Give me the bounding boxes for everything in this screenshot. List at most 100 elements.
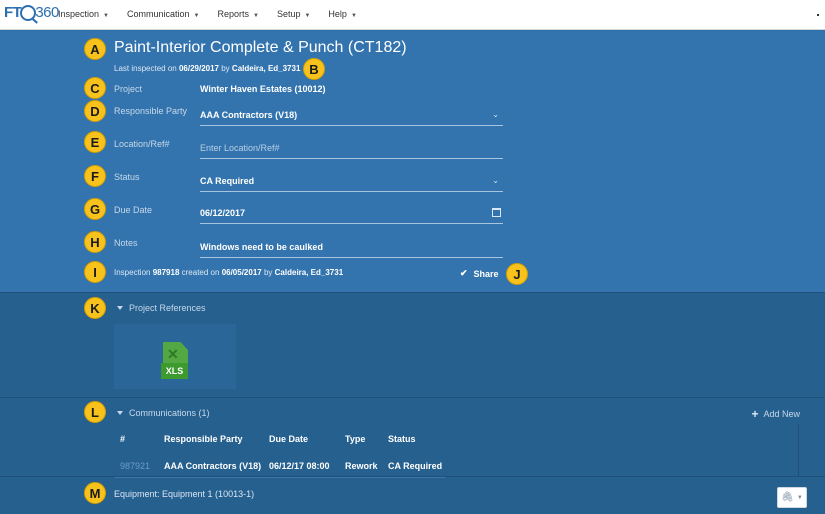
top-nav: FT 360 Inspection ▼ Communication ▼ Reports… [0, 0, 825, 30]
share-button[interactable]: ✔ Share [460, 268, 499, 279]
logo-q-icon [20, 4, 37, 21]
callout-badge-f: F [84, 165, 106, 187]
add-new-button[interactable]: + Add New [751, 407, 800, 421]
xls-x-glyph: ✕ [167, 346, 179, 362]
menu-inspection-label: Inspection [58, 9, 100, 19]
last-inspected-by: Caldeira, Ed_3731 [231, 64, 301, 73]
callout-badge-h: H [84, 231, 106, 253]
paperclip-icon: 🖇 [781, 492, 794, 503]
chevron-down-icon: ▼ [796, 494, 803, 501]
status-select[interactable]: CA Required ⌄ [200, 170, 503, 192]
callout-badge-l: L [84, 401, 106, 423]
section-divider [0, 292, 825, 293]
plus-icon: + [751, 407, 759, 421]
menu-communication-label: Communication [126, 9, 190, 19]
communications-toggle[interactable]: Communications (1) [117, 408, 210, 418]
callout-badge-e: E [84, 131, 106, 153]
communications-label: Communications (1) [129, 408, 210, 418]
page-title: Paint-Interior Complete & Punch (CT182) [114, 39, 407, 56]
responsible-party-value: AAA Contractors (V18) [200, 109, 298, 120]
created-date: 06/05/2017 [221, 268, 262, 277]
inspection-number: 987918 [152, 268, 180, 277]
due-date-value: 06/12/2017 [200, 207, 246, 218]
logo-text-suffix: 360 [35, 4, 59, 21]
last-inspected-line: Last inspected on 06/29/2017 by Caldeira… [114, 64, 300, 73]
callout-badge-d: D [84, 100, 106, 122]
callout-badge-a: A [84, 38, 106, 60]
xls-icon-label: XLS [161, 363, 188, 379]
location-label: Location/Ref# [114, 139, 170, 149]
menu-help[interactable]: Help ▼ [328, 9, 356, 19]
project-label: Project [114, 84, 143, 94]
column-header-responsible-party: Responsible Party [164, 434, 243, 444]
responsible-party-select[interactable]: AAA Contractors (V18) ⌄ [200, 104, 503, 126]
location-placeholder: Enter Location/Ref# [200, 142, 280, 153]
chevron-down-icon: ▼ [193, 13, 200, 19]
row-responsible-party: AAA Contractors (V18) [164, 460, 262, 471]
location-input[interactable]: Enter Location/Ref# [200, 137, 503, 159]
callout-badge-c: C [84, 77, 106, 99]
callout-badge-k: K [84, 297, 106, 319]
attachment-button[interactable]: 🖇 ▼ [777, 487, 807, 508]
due-date-label: Due Date [114, 205, 153, 215]
chevron-down-icon: ▼ [103, 13, 109, 19]
equipment-label: Equipment: Equipment 1 (10013-1) [114, 489, 255, 499]
created-mid: created on [181, 268, 220, 277]
chevron-down-icon: ⌄ [492, 176, 499, 185]
chevron-down-icon: ▼ [252, 13, 259, 19]
column-header-status: Status [388, 434, 416, 444]
calendar-icon[interactable] [492, 208, 501, 217]
column-header-type: Type [345, 434, 366, 444]
chevron-down-icon: ▼ [304, 13, 311, 19]
table-row[interactable]: 987921 AAA Contractors (V18) 06/12/17 08… [114, 454, 446, 478]
last-inspected-by-word: by [221, 64, 230, 73]
logo-text-prefix: FT [4, 4, 22, 21]
communication-id-link[interactable]: 987921 [120, 461, 150, 471]
created-line: Inspection 987918 created on 06/05/2017 … [114, 268, 343, 277]
column-header-number: # [120, 434, 126, 444]
last-inspected-prefix: Last inspected on [114, 64, 177, 73]
notes-value: Windows need to be caulked [200, 241, 323, 252]
menu-setup[interactable]: Setup ▼ [277, 9, 310, 19]
callout-badge-j: J [506, 263, 528, 285]
chevron-down-icon: ▼ [350, 13, 357, 19]
project-value: Winter Haven Estates (10012) [200, 84, 326, 94]
status-label: Status [114, 172, 140, 182]
column-header-due-date: Due Date [269, 434, 309, 444]
last-inspected-date: 06/29/2017 [178, 64, 219, 73]
responsible-party-label: Responsible Party [114, 106, 188, 116]
caret-down-icon [117, 411, 123, 415]
due-date-input[interactable]: 06/12/2017 [200, 202, 503, 224]
main-menu: Inspection ▼ Communication ▼ Reports ▼ Setu… [58, 9, 375, 19]
menu-help-label: Help [328, 9, 347, 19]
menu-reports-label: Reports [217, 9, 249, 19]
menu-setup-label: Setup [276, 9, 301, 19]
notes-label: Notes [114, 238, 138, 248]
callout-badge-b: B [303, 58, 325, 80]
callout-badge-i: I [84, 261, 106, 283]
app-logo[interactable]: FT 360 [4, 4, 59, 21]
xls-file-icon[interactable]: ✕ XLS [161, 342, 188, 380]
callout-badge-g: G [84, 198, 106, 220]
menu-inspection[interactable]: Inspection ▼ [58, 9, 109, 19]
section-divider [0, 397, 825, 398]
share-label: Share [473, 268, 499, 279]
table-right-border [798, 424, 799, 476]
menu-communication[interactable]: Communication ▼ [127, 9, 199, 19]
table-header-row: # Responsible Party Due Date Type Status [114, 428, 446, 450]
nav-dot-icon [817, 14, 819, 16]
chevron-down-icon: ⌄ [492, 110, 499, 119]
row-status: CA Required [388, 460, 443, 471]
created-prefix: Inspection [114, 268, 151, 277]
created-by: Caldeira, Ed_3731 [274, 268, 344, 277]
created-by-word: by [263, 268, 273, 277]
project-references-label: Project References [129, 303, 206, 313]
check-icon: ✔ [460, 268, 468, 278]
notes-input[interactable]: Windows need to be caulked [200, 236, 503, 258]
project-references-toggle[interactable]: Project References [117, 303, 206, 313]
row-type: Rework [345, 460, 378, 471]
menu-reports[interactable]: Reports ▼ [217, 9, 258, 19]
callout-badge-m: M [84, 482, 106, 504]
add-new-label: Add New [763, 409, 800, 419]
status-value: CA Required [200, 175, 255, 186]
